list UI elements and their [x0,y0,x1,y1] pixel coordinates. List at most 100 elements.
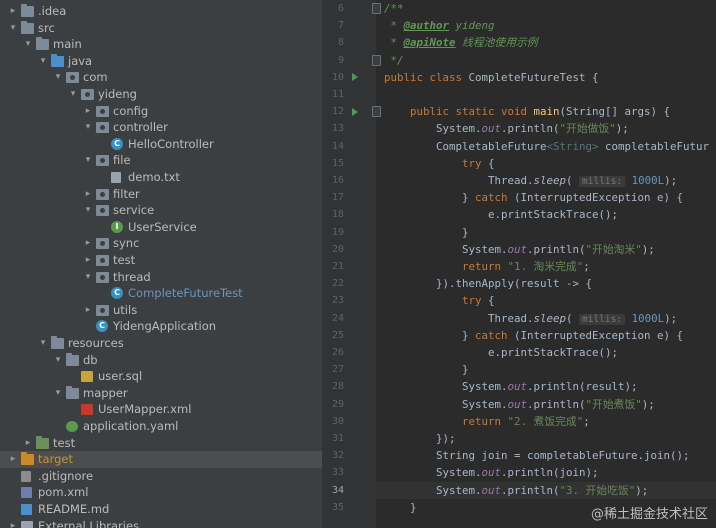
chevron-down-icon[interactable]: ▾ [53,69,63,86]
chevron-down-icon[interactable]: ▾ [83,152,93,169]
tree-item-thread[interactable]: ▾ thread [0,269,322,286]
tree-item-resources[interactable]: ▾ resources [0,335,322,352]
chevron-down-icon[interactable]: ▾ [53,385,63,402]
chevron-right-icon[interactable]: ▸ [8,3,18,20]
tree-item-usermapper-xml[interactable]: UserMapper.xml [0,401,322,418]
code-line[interactable]: System.out.println("开始煮饭"); [384,396,655,413]
chevron-down-icon[interactable]: ▾ [8,20,18,37]
tree-item-main[interactable]: ▾ main [0,36,322,53]
tree-item-label: main [53,37,82,52]
tree-item-application-yaml[interactable]: application.yaml [0,418,322,435]
package-icon [96,105,109,117]
code-line[interactable]: }).thenApply(result -> { [384,275,592,292]
tree-item-java[interactable]: ▾ java [0,53,322,70]
run-icon[interactable] [352,107,358,116]
code-token: CompletableFuture [384,139,547,153]
code-line[interactable]: Thread.sleep( millis: 1000L); [384,172,677,189]
chevron-down-icon[interactable]: ▾ [38,335,48,352]
chevron-right-icon[interactable]: ▸ [83,302,93,319]
code-line[interactable]: System.out.println("开始做饭"); [384,120,629,137]
code-line[interactable]: Thread.sleep( millis: 1000L); [384,310,677,327]
code-line[interactable]: /** [384,0,404,17]
code-line[interactable]: public static void main(String[] args) { [384,103,670,120]
code-token: out [481,466,502,480]
tree-item-utils[interactable]: ▸ utils [0,302,322,319]
code-line[interactable]: String join = completableFuture.join(); [384,447,690,464]
chevron-right-icon[interactable]: ▸ [23,435,33,452]
chevron-right-icon[interactable]: ▸ [8,451,18,468]
chevron-down-icon[interactable]: ▾ [83,269,93,286]
code-line[interactable]: System.out.println("3. 开始吃饭"); [384,482,648,499]
folder-icon [21,20,34,34]
code-line[interactable]: return "1. 淘米完成"; [384,258,590,275]
fold-marker-icon[interactable] [372,3,381,14]
project-tree-panel[interactable]: ▸ .idea ▾ src ▾ main ▾ java ▾ com ▾ yideng ▸ config ▾ c… [0,0,322,528]
tree-item-gitignore[interactable]: .gitignore [0,468,322,485]
code-line[interactable]: } [384,499,417,516]
chevron-down-icon[interactable]: ▾ [23,36,33,53]
tree-item-label: .gitignore [38,468,94,483]
code-line[interactable]: }); [384,430,456,447]
package-icon [81,89,94,100]
chevron-right-icon[interactable]: ▸ [83,103,93,120]
code-line[interactable]: * @author yideng [384,17,495,34]
code-line[interactable]: */ [384,52,404,69]
tree-item-idea[interactable]: ▸ .idea [0,3,322,20]
chevron-right-icon[interactable]: ▸ [83,186,93,203]
code-line[interactable]: e.printStackTrace(); [384,344,618,361]
tree-item-test[interactable]: ▸ test [0,252,322,269]
code-line[interactable]: CompletableFuture<String> completableFut… [384,138,709,155]
fold-marker-icon[interactable] [372,106,381,118]
code-line[interactable]: System.out.println("开始淘米"); [384,241,655,258]
tree-item-yidengapplication[interactable]: YidengApplication [0,318,322,335]
tree-item-demo-txt[interactable]: demo.txt [0,169,322,186]
code-line[interactable]: return "2. 煮饭完成"; [384,413,590,430]
tree-item-external-libraries[interactable]: ▸ External Libraries [0,518,322,528]
code-line[interactable]: } [384,361,469,378]
code-line[interactable]: System.out.println(result); [384,378,638,395]
tree-item-completefuturetest[interactable]: CompleteFutureTest [0,285,322,302]
line-number: 7 [337,20,344,32]
tree-item-file[interactable]: ▾ file [0,152,322,169]
fold-marker-icon[interactable] [372,54,381,66]
tree-item-target[interactable]: ▸ target [0,451,322,469]
chevron-right-icon[interactable]: ▸ [8,518,18,528]
tree-item-pom-xml[interactable]: pom.xml [0,484,322,501]
tree-item-com[interactable]: ▾ com [0,69,322,86]
tree-item-yideng[interactable]: ▾ yideng [0,86,322,103]
code-line[interactable]: System.out.println(join); [384,464,599,481]
code-line[interactable]: * @apiNote 线程池使用示例 [384,34,538,51]
chevron-down-icon[interactable]: ▾ [53,352,63,369]
code-line[interactable]: e.printStackTrace(); [384,206,618,223]
tree-item-config[interactable]: ▸ config [0,103,322,120]
tree-item-db[interactable]: ▾ db [0,352,322,369]
run-icon[interactable] [352,73,358,82]
chevron-down-icon[interactable]: ▾ [68,86,78,103]
chevron-down-icon[interactable]: ▾ [38,53,48,70]
tree-item-readme-md[interactable]: README.md [0,501,322,518]
code-line[interactable]: } [384,224,469,241]
tree-item-userservice[interactable]: UserService [0,219,322,236]
code-line[interactable]: try { [384,292,495,309]
tree-item-service[interactable]: ▾ service [0,202,322,219]
tree-item-user-sql[interactable]: user.sql [0,368,322,385]
code-line[interactable]: try { [384,155,495,172]
code-line[interactable]: public class CompleteFutureTest { [384,69,599,86]
code-line[interactable]: } catch (InterruptedException e) { [384,189,683,206]
code-line[interactable]: } catch (InterruptedException e) { [384,327,683,344]
tree-item-sync[interactable]: ▸ sync [0,235,322,252]
chevron-right-icon[interactable]: ▸ [83,252,93,269]
chevron-right-icon[interactable]: ▸ [83,235,93,252]
chevron-down-icon[interactable]: ▾ [83,202,93,219]
code-token: public class [384,70,469,84]
chevron-down-icon[interactable]: ▾ [83,119,93,136]
tree-item-mapper[interactable]: ▾ mapper [0,385,322,402]
line-number: 21 [331,261,344,272]
tree-item-src[interactable]: ▾ src [0,20,322,37]
tree-item-test[interactable]: ▸ test [0,435,322,452]
tree-item-label: src [38,20,55,35]
tree-item-hellocontroller[interactable]: HelloController [0,136,322,153]
line-number: 27 [331,364,344,376]
tree-item-controller[interactable]: ▾ controller [0,119,322,136]
tree-item-filter[interactable]: ▸ filter [0,186,322,203]
